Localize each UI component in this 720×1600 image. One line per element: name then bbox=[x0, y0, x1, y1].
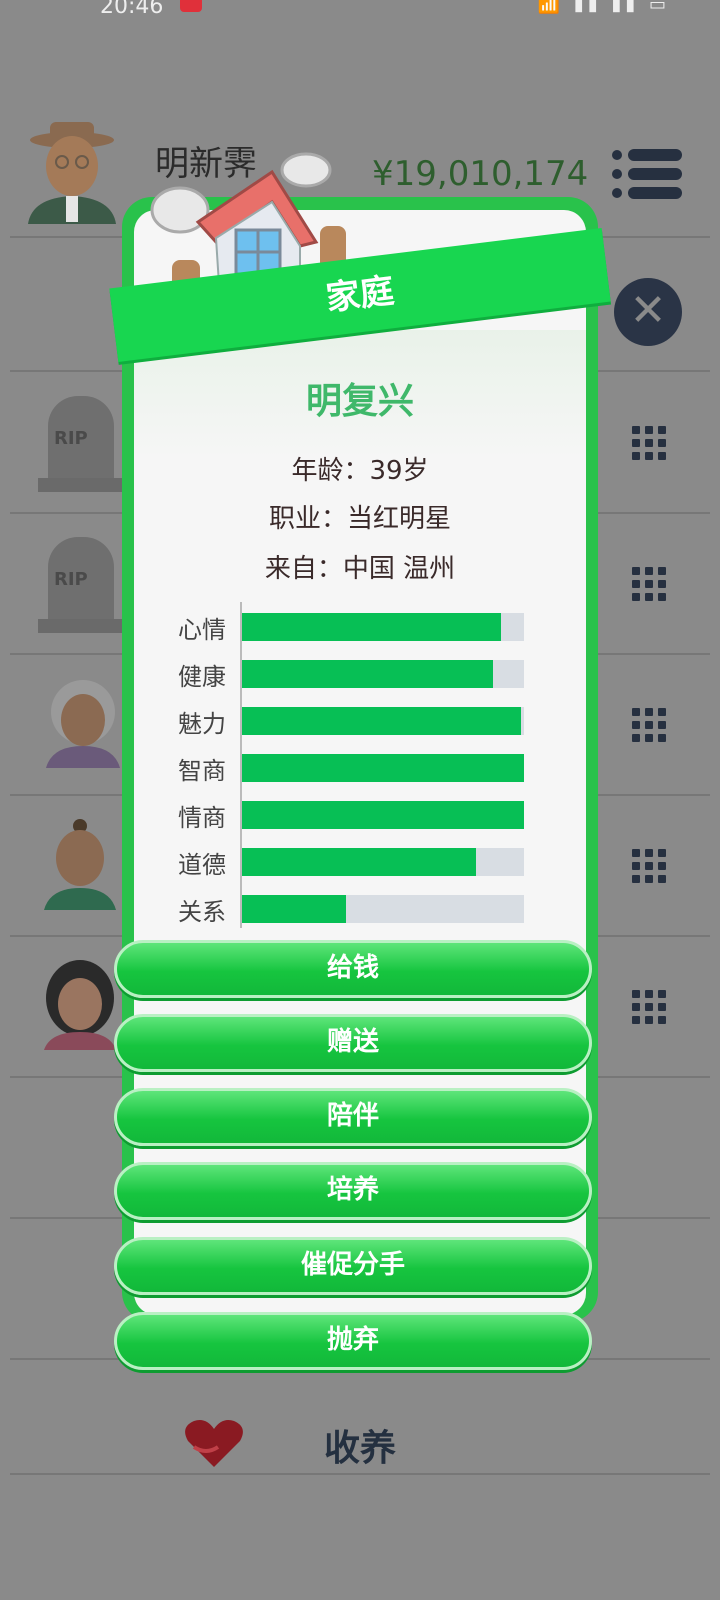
stat-label: 健康 bbox=[178, 663, 226, 691]
stat-fill bbox=[242, 848, 477, 876]
stat-row-morality: 道德 bbox=[170, 847, 530, 879]
grid-menu-icon[interactable] bbox=[632, 426, 666, 460]
status-bar: 20:46 📶 ▮▮ ▮▮ ▭ bbox=[0, 0, 720, 24]
recording-indicator-icon bbox=[180, 0, 202, 12]
stat-fill bbox=[242, 613, 502, 641]
stat-row-iq: 智商 bbox=[170, 753, 530, 785]
person-name: 明复兴 bbox=[305, 381, 414, 422]
stat-fill bbox=[242, 895, 347, 923]
adopt-label: 收养 bbox=[324, 1428, 397, 1469]
heart-hands-icon bbox=[185, 1420, 243, 1467]
accompany-button[interactable]: 陪伴 bbox=[114, 1088, 592, 1146]
stat-label: 魅力 bbox=[178, 710, 226, 738]
abandon-button[interactable]: 抛弃 bbox=[114, 1312, 592, 1370]
list-menu-icon[interactable] bbox=[612, 146, 682, 202]
stat-axis bbox=[240, 602, 242, 928]
old-man-avatar bbox=[28, 122, 116, 224]
grid-menu-icon[interactable] bbox=[632, 708, 666, 742]
stat-label: 智商 bbox=[178, 757, 226, 785]
gift-button[interactable]: 赠送 bbox=[114, 1014, 592, 1072]
rip-label: RIP bbox=[54, 428, 88, 449]
status-time: 20:46 bbox=[100, 0, 164, 19]
stat-label: 关系 bbox=[178, 898, 226, 926]
stat-row-health: 健康 bbox=[170, 659, 530, 691]
nurture-button[interactable]: 培养 bbox=[114, 1162, 592, 1220]
adopt-row[interactable]: 收养 bbox=[0, 1405, 720, 1485]
money-balance: ¥19,010,174 bbox=[372, 154, 589, 194]
stat-track bbox=[242, 660, 524, 688]
stat-track bbox=[242, 754, 524, 782]
rip-label: RIP bbox=[54, 569, 88, 590]
stat-label: 心情 bbox=[178, 616, 226, 644]
stat-track bbox=[242, 707, 524, 735]
grandmother-avatar[interactable] bbox=[44, 676, 122, 768]
age-line: 年龄：39岁 bbox=[291, 456, 429, 486]
system-status-icons: 📶 ▮▮ ▮▮ ▭ bbox=[537, 0, 670, 15]
woman-avatar[interactable] bbox=[44, 958, 122, 1050]
stat-fill bbox=[242, 801, 524, 829]
job-line: 职业：当红明星 bbox=[268, 504, 451, 534]
stat-fill bbox=[242, 754, 524, 782]
stat-track bbox=[242, 895, 524, 923]
stat-label: 情商 bbox=[178, 804, 226, 832]
stat-fill bbox=[242, 707, 522, 735]
stat-row-mood: 心情 bbox=[170, 612, 530, 644]
list-item-tombstone[interactable]: RIP bbox=[38, 537, 122, 633]
stat-track bbox=[242, 848, 524, 876]
stat-row-eq: 情商 bbox=[170, 800, 530, 832]
stat-track bbox=[242, 613, 524, 641]
list-item-tombstone[interactable]: RIP bbox=[38, 396, 122, 492]
origin-line: 来自：中国 温州 bbox=[264, 554, 456, 584]
stat-row-charm: 魅力 bbox=[170, 706, 530, 738]
stat-label: 道德 bbox=[178, 851, 226, 879]
man-avatar[interactable] bbox=[44, 818, 122, 910]
grid-menu-icon[interactable] bbox=[632, 990, 666, 1024]
stat-fill bbox=[242, 660, 493, 688]
close-icon[interactable]: ✕ bbox=[614, 278, 682, 346]
grid-menu-icon[interactable] bbox=[632, 567, 666, 601]
urge-breakup-button[interactable]: 催促分手 bbox=[114, 1237, 592, 1295]
grid-menu-icon[interactable] bbox=[632, 849, 666, 883]
give-money-button[interactable]: 给钱 bbox=[114, 940, 592, 998]
stat-track bbox=[242, 801, 524, 829]
stat-row-relationship: 关系 bbox=[170, 894, 530, 926]
